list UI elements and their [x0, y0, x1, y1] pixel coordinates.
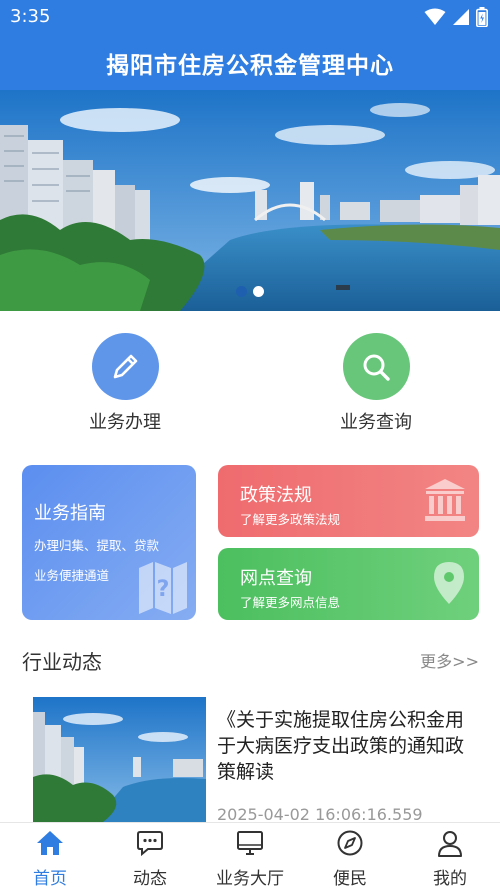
news-item[interactable]: 《关于实施提取住房公积金用于大病医疗支出政策的通知政策解读 2025-04-02… — [33, 697, 473, 822]
page-title: 揭阳市住房公积金管理中心 — [106, 53, 394, 79]
institution-icon — [425, 479, 465, 521]
policy-title: 政策法规 — [240, 485, 312, 506]
nav-item-service-hall[interactable]: 业务大厅 — [200, 823, 300, 889]
compass-icon — [337, 830, 363, 856]
handle-label: 业务办理 — [89, 412, 161, 433]
wifi-icon — [424, 8, 446, 25]
home-icon — [37, 831, 63, 855]
news-section-title: 行业动态 — [22, 650, 102, 674]
search-icon — [363, 354, 390, 381]
title-bar: 揭阳市住房公积金管理中心 — [0, 34, 500, 90]
business-handle-button[interactable]: 业务办理 — [50, 333, 200, 434]
status-time: 3:35 — [10, 6, 51, 27]
nav-label-news: 动态 — [133, 869, 167, 889]
carousel-indicator — [236, 286, 264, 297]
nav-label-service-hall: 业务大厅 — [216, 869, 284, 889]
news-section-header: 行业动态 更多>> — [22, 644, 479, 674]
monitor-icon — [237, 831, 263, 855]
guide-description: 办理归集、提取、贷款 — [34, 538, 160, 553]
location-pin-icon — [434, 562, 464, 604]
nav-item-home[interactable]: 首页 — [0, 823, 100, 889]
status-icons — [424, 6, 488, 28]
nav-item-news[interactable]: 动态 — [100, 823, 200, 889]
guide-title: 业务指南 — [34, 503, 106, 524]
guide-subdescription: 业务便捷通道 — [34, 568, 110, 583]
svg-text:?: ? — [157, 577, 170, 602]
carousel-dot-active[interactable] — [253, 286, 264, 297]
branch-title: 网点查询 — [240, 568, 312, 589]
business-query-button[interactable]: 业务查询 — [301, 333, 451, 434]
map-icon: ? — [139, 562, 187, 614]
status-bar: 3:35 — [0, 0, 500, 34]
query-circle — [342, 333, 410, 400]
nav-label-mine: 我的 — [433, 869, 467, 889]
news-headline: 《关于实施提取住房公积金用于大病医疗支出政策的通知政策解读 — [217, 709, 465, 783]
pencil-icon — [113, 354, 138, 378]
news-thumbnail — [33, 697, 206, 822]
nav-item-mine[interactable]: 我的 — [400, 823, 500, 889]
chat-icon — [137, 831, 163, 857]
banner-carousel[interactable] — [0, 90, 500, 311]
branch-query-card[interactable]: 网点查询 了解更多网点信息 — [218, 548, 479, 620]
query-label: 业务查询 — [340, 412, 412, 433]
policy-card[interactable]: 政策法规 了解更多政策法规 — [218, 465, 479, 537]
news-timestamp: 2025-04-02 16:06:16.559 — [217, 805, 423, 822]
news-more-link[interactable]: 更多>> — [420, 648, 479, 672]
battery-icon — [476, 7, 488, 27]
bottom-nav: 首页 动态 业务大厅 便民 我的 — [0, 822, 500, 889]
nav-label-home: 首页 — [33, 869, 67, 889]
handle-circle — [91, 333, 159, 400]
policy-subtitle: 了解更多政策法规 — [240, 512, 341, 527]
signal-icon — [453, 9, 469, 25]
carousel-dot[interactable] — [236, 286, 247, 297]
banner-image — [0, 90, 500, 311]
nav-label-convenience: 便民 — [333, 869, 367, 889]
user-icon — [438, 831, 462, 857]
nav-item-convenience[interactable]: 便民 — [300, 823, 400, 889]
branch-subtitle: 了解更多网点信息 — [240, 595, 341, 610]
